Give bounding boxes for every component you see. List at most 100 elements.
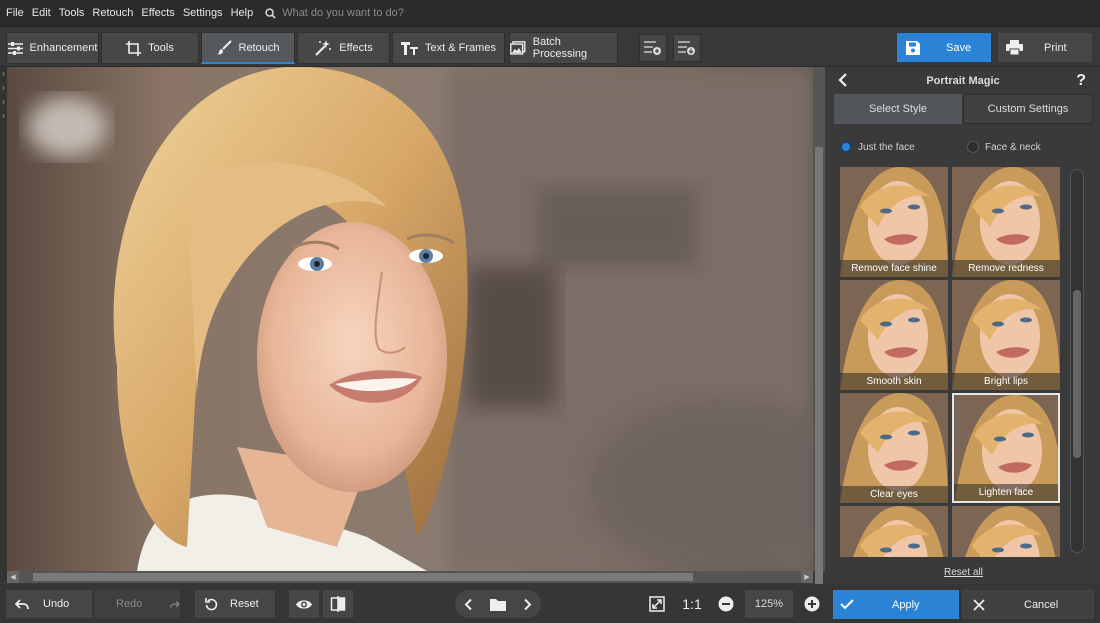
search-box[interactable]: What do you want to do?: [265, 7, 404, 19]
save-label: Save: [946, 41, 972, 54]
style-thumbnail[interactable]: Smooth skin: [840, 280, 948, 390]
radio-face-and-neck[interactable]: Face & neck: [967, 141, 1041, 153]
style-thumbnail[interactable]: Clear eyes: [840, 393, 948, 503]
previous-image-icon[interactable]: [464, 598, 473, 611]
print-button[interactable]: Print: [998, 33, 1092, 62]
print-label: Print: [1044, 41, 1067, 54]
sliders-download-icon: [678, 41, 695, 55]
style-thumbnail-label: Clear eyes: [840, 486, 948, 503]
tab-text-frames[interactable]: Text & Frames: [392, 32, 505, 64]
style-thumbnail-label: Remove redness: [952, 260, 1060, 277]
help-icon[interactable]: ?: [1076, 72, 1086, 90]
face-preview-image: [840, 506, 948, 557]
style-thumbnail-label: Bright lips: [952, 373, 1060, 390]
tab-custom-settings[interactable]: Custom Settings: [963, 94, 1093, 124]
zoom-out-button[interactable]: [714, 590, 738, 618]
canvas-vertical-scrollbar[interactable]: [813, 67, 825, 587]
tab-enhancement[interactable]: Enhancement: [6, 32, 99, 64]
redo-button[interactable]: Redo: [94, 590, 180, 618]
tab-batch-processing[interactable]: Batch Processing: [509, 32, 618, 64]
next-image-icon[interactable]: [523, 598, 532, 611]
chevron-right-icon[interactable]: ›: [0, 67, 7, 81]
tab-effects[interactable]: Effects: [297, 32, 390, 64]
redo-label: Redo: [116, 598, 143, 610]
scrollbar-thumb[interactable]: [1073, 290, 1081, 458]
reset-icon: [205, 597, 218, 610]
radio-label: Just the face: [858, 141, 915, 153]
scroll-right-arrow-icon[interactable]: ▶: [801, 571, 813, 583]
undo-label: Undo: [43, 598, 70, 610]
preview-toggle-button[interactable]: [289, 590, 319, 618]
chevron-right-icon[interactable]: ›: [0, 81, 7, 95]
floppy-disk-icon: [906, 40, 920, 55]
download-preset-button[interactable]: [673, 34, 701, 62]
style-thumbnail[interactable]: Bright lips: [952, 280, 1060, 390]
plus-circle-icon: [804, 596, 820, 612]
main-toolbar: Enhancement Tools Retouch Effects Text &…: [0, 27, 1100, 67]
search-icon: [265, 7, 276, 19]
actual-size-button[interactable]: 1:1: [677, 590, 707, 618]
menu-file[interactable]: File: [6, 7, 24, 19]
menu-tools[interactable]: Tools: [59, 7, 85, 19]
radio-dot: [840, 141, 852, 153]
scrollbar-thumb[interactable]: [815, 147, 823, 587]
menu-edit[interactable]: Edit: [32, 7, 51, 19]
apply-label: Apply: [892, 598, 920, 611]
face-preview-image: [952, 506, 1060, 557]
panel-title: Portrait Magic: [926, 75, 1000, 87]
style-thumbnail-label: Smooth skin: [840, 373, 948, 390]
style-thumbnail[interactable]: Lighten face: [952, 393, 1060, 503]
tab-select-style[interactable]: Select Style: [834, 94, 962, 124]
radio-label: Face & neck: [985, 141, 1041, 153]
canvas-horizontal-scrollbar[interactable]: ◀ ▶: [7, 571, 813, 583]
fit-to-screen-button[interactable]: [643, 590, 671, 618]
zoom-level[interactable]: 125%: [745, 590, 793, 618]
tab-retouch[interactable]: Retouch: [201, 32, 295, 64]
portrait-photo: [7, 67, 813, 571]
reset-button[interactable]: Reset: [195, 590, 275, 618]
apply-button[interactable]: Apply: [833, 590, 959, 619]
portrait-magic-panel: Portrait Magic ? Select Style Custom Set…: [832, 67, 1094, 584]
style-thumbnail[interactable]: [840, 506, 948, 557]
cancel-label: Cancel: [1024, 598, 1059, 611]
menu-settings[interactable]: Settings: [183, 7, 223, 19]
crop-icon: [126, 40, 142, 56]
chevron-right-icon[interactable]: ›: [0, 109, 7, 123]
tab-tools[interactable]: Tools: [101, 32, 199, 64]
open-folder-icon[interactable]: [489, 598, 506, 611]
style-thumbnail[interactable]: Remove redness: [952, 167, 1060, 277]
reset-all-link[interactable]: Reset all: [944, 567, 983, 578]
style-thumbnail-grid: Remove face shine Remove redness Smooth sk…: [840, 167, 1062, 557]
images-icon: [510, 41, 526, 55]
scrollbar-thumb[interactable]: [33, 573, 693, 581]
sliders-icon: [7, 41, 23, 55]
cancel-button[interactable]: Cancel: [962, 590, 1094, 619]
save-button[interactable]: Save: [897, 33, 991, 62]
panel-scrollbar[interactable]: [1070, 169, 1084, 553]
style-thumbnail[interactable]: [952, 506, 1060, 557]
image-navigation: [455, 590, 541, 618]
scroll-left-arrow-icon[interactable]: ◀: [7, 571, 19, 583]
chevron-right-icon[interactable]: ›: [0, 95, 7, 109]
menu-help[interactable]: Help: [231, 7, 254, 19]
menu-effects[interactable]: Effects: [141, 7, 174, 19]
compare-button[interactable]: [323, 590, 353, 618]
minus-circle-icon: [718, 596, 734, 612]
radio-just-the-face[interactable]: Just the face: [840, 141, 915, 153]
fit-screen-icon: [649, 596, 665, 612]
style-thumbnail[interactable]: Remove face shine: [840, 167, 948, 277]
undo-button[interactable]: Undo: [6, 590, 92, 618]
add-preset-button[interactable]: [639, 34, 667, 62]
area-radio-group: Just the face Face & neck: [832, 139, 1094, 159]
app-window: File Edit Tools Retouch Effects Settings…: [0, 0, 1100, 623]
tab-label: Effects: [339, 42, 373, 54]
brush-icon: [216, 40, 232, 55]
tab-label: Enhancement: [29, 42, 98, 54]
bottom-bar: Undo Redo Reset 1:1 125% Apply Cancel: [0, 584, 1100, 623]
back-chevron-icon[interactable]: [838, 72, 848, 88]
style-thumbnail-label: Lighten face: [954, 484, 1058, 501]
photo-canvas[interactable]: [7, 67, 813, 571]
zoom-in-button[interactable]: [800, 590, 824, 618]
menu-retouch[interactable]: Retouch: [92, 7, 133, 19]
collapsed-side-panel[interactable]: › › › ›: [0, 67, 7, 582]
